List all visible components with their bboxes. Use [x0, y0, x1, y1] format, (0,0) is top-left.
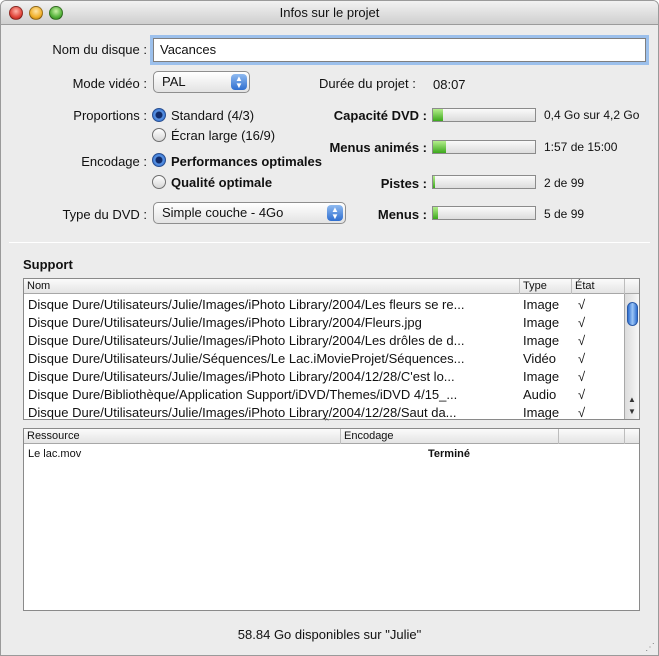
row-state: √ [578, 333, 586, 348]
row-type: Vidéo [523, 351, 557, 366]
table-row[interactable]: Disque Dure/Utilisateurs/Julie/Images/iP… [24, 368, 625, 386]
row-state: √ [578, 297, 586, 312]
meter-fill [433, 176, 435, 188]
split-handle-icon[interactable]: ⌃ [323, 417, 331, 428]
row-state: √ [578, 369, 586, 384]
free-space-text: 58.84 Go disponibles sur "Julie" [237, 627, 422, 642]
row-name: Disque Dure/Utilisateurs/Julie/Images/iP… [28, 369, 455, 384]
encoding-option-quality-label: Qualité optimale [171, 175, 273, 190]
meter-value: 2 de 99 [544, 176, 585, 190]
tracks-meter [432, 175, 536, 189]
column-header-empty [559, 429, 625, 444]
row-name: Disque Dure/Utilisateurs/Julie/Séquences… [28, 351, 465, 366]
table-row[interactable]: Disque Dure/Utilisateurs/Julie/Séquences… [24, 350, 625, 368]
row-resource: Le lac.mov [28, 448, 82, 460]
encoding-option-performance-label: Performances optimales [171, 154, 323, 169]
column-header-encoding[interactable]: Encodage [341, 429, 559, 444]
row-name: Disque Dure/Utilisateurs/Julie/Images/iP… [28, 333, 465, 348]
close-window-button[interactable] [9, 6, 23, 20]
resources-table-header: Ressource Encodage [24, 429, 639, 444]
row-name: Disque Dure/Utilisateurs/Julie/Images/iP… [28, 315, 422, 330]
disc-name-field[interactable]: Vacances [153, 38, 646, 62]
disc-name-label: Nom du disque : [52, 42, 147, 57]
support-section-title: Support [23, 257, 73, 272]
meter-fill [433, 141, 446, 153]
table-row[interactable]: Disque Dure/Utilisateurs/Julie/Images/iP… [24, 314, 625, 332]
table-row[interactable]: Disque Dure/Utilisateurs/Julie/Images/iP… [24, 332, 625, 350]
row-encoding: Terminé [428, 448, 470, 460]
row-name: Disque Dure/Utilisateurs/Julie/Images/iP… [28, 405, 457, 420]
menus-meter [432, 206, 536, 220]
row-type: Image [523, 369, 560, 384]
support-table: Nom Type État Disque Dure/Utilisateurs/J… [23, 278, 640, 420]
aspect-option-standard-label: Standard (4/3) [171, 108, 255, 123]
project-duration-label: Durée du projet : [319, 76, 416, 91]
resources-table: Ressource Encodage Le lac.mov Terminé [23, 428, 640, 611]
table-row[interactable]: Disque Dure/Bibliothèque/Application Sup… [24, 386, 625, 404]
row-state: √ [578, 351, 586, 366]
row-state: √ [578, 315, 586, 330]
row-state: √ [578, 387, 586, 402]
resize-grip-icon[interactable]: ⋰ [645, 642, 655, 653]
project-info-window: Infos sur le projet Nom du disque : Vaca… [0, 0, 659, 656]
meter-label: Capacité DVD : [333, 108, 427, 123]
row-type: Image [523, 315, 560, 330]
row-name: Disque Dure/Bibliothèque/Application Sup… [28, 387, 458, 402]
column-header-resource[interactable]: Ressource [24, 429, 341, 444]
row-type: Audio [523, 387, 557, 402]
meter-value: 1:57 de 15:00 [544, 140, 618, 154]
meter-label: Menus : [377, 207, 427, 222]
popup-arrows-icon: ▲ ▼ [231, 74, 247, 90]
dvd-type-label: Type du DVD : [62, 207, 147, 222]
meter-label: Menus animés : [329, 140, 427, 155]
scroll-up-arrow-icon[interactable]: ▲ [625, 394, 639, 406]
aspect-option-widescreen-label: Écran large (16/9) [171, 128, 276, 143]
support-vertical-scrollbar[interactable]: ▲ ▼ [624, 294, 639, 419]
scroll-down-arrow-icon[interactable]: ▼ [625, 406, 639, 418]
aspect-label: Proportions : [73, 108, 147, 123]
divider [9, 242, 650, 243]
radio-button-icon[interactable] [152, 108, 166, 122]
column-header-name[interactable]: Nom [24, 279, 520, 294]
meter-label: Pistes : [380, 176, 427, 191]
support-table-header: Nom Type État [24, 279, 639, 294]
disc-name-value: Vacances [160, 42, 217, 57]
row-type: Image [523, 333, 560, 348]
row-state: √ [578, 405, 586, 420]
row-name: Disque Dure/Utilisateurs/Julie/Images/iP… [28, 297, 465, 312]
scrollbar-thumb[interactable] [627, 302, 638, 326]
meter-fill [433, 207, 438, 219]
table-row[interactable]: Le lac.mov Terminé [24, 445, 625, 463]
project-duration-value: 08:07 [433, 77, 466, 92]
meter-value: 5 de 99 [544, 207, 585, 221]
meter-value: 0,4 Go sur 4,2 Go [544, 108, 640, 122]
video-mode-popup[interactable]: PAL ▲ ▼ [153, 71, 250, 93]
animated-menus-meter [432, 140, 536, 154]
window-title: Infos sur le projet [279, 5, 380, 20]
column-header-type[interactable]: Type [520, 279, 572, 294]
meter-fill [433, 109, 443, 121]
row-type: Image [523, 405, 560, 420]
radio-button-icon[interactable] [152, 175, 166, 189]
encoding-label: Encodage : [81, 154, 147, 169]
radio-button-icon[interactable] [152, 128, 166, 142]
dvd-capacity-meter [432, 108, 536, 122]
video-mode-label: Mode vidéo : [72, 76, 147, 91]
column-header-state[interactable]: État [572, 279, 625, 294]
video-mode-value: PAL [162, 74, 186, 89]
radio-button-icon[interactable] [152, 153, 166, 167]
zoom-window-button[interactable] [49, 6, 63, 20]
minimize-window-button[interactable] [29, 6, 43, 20]
title-bar[interactable]: Infos sur le projet [1, 1, 658, 25]
dvd-type-value: Simple couche - 4Go [162, 205, 284, 220]
row-type: Image [523, 297, 560, 312]
table-row[interactable]: Disque Dure/Utilisateurs/Julie/Images/iP… [24, 296, 625, 314]
